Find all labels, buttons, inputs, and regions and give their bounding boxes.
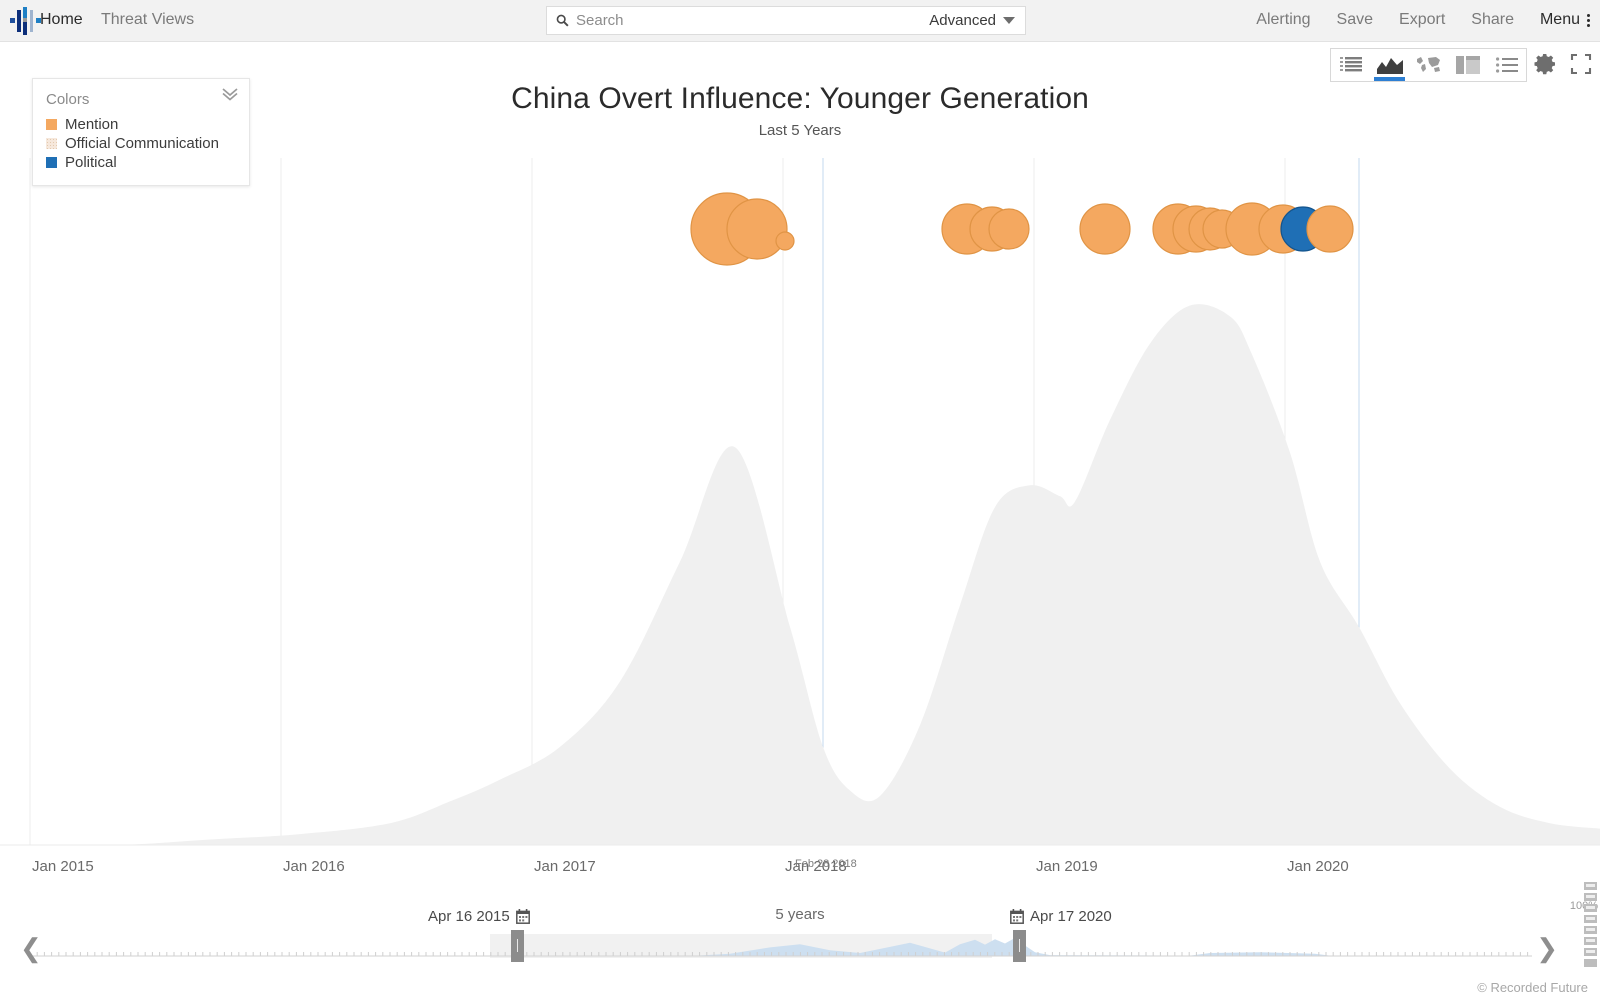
range-handle-end[interactable] bbox=[1013, 930, 1026, 962]
mini-timeline-track[interactable] bbox=[30, 934, 1532, 958]
event-bubble[interactable] bbox=[776, 232, 794, 250]
x-axis-tick-label: Jan 2015 bbox=[32, 858, 94, 875]
mini-timeline-sparkline bbox=[30, 938, 1532, 956]
chart-canvas bbox=[0, 0, 1600, 890]
footer-copyright: © Recorded Future bbox=[1477, 980, 1588, 995]
x-axis-tick-label: Jan 2017 bbox=[534, 858, 596, 875]
x-axis-tick-label: Jan 2020 bbox=[1287, 858, 1349, 875]
range-end-date[interactable]: Apr 17 2020 bbox=[1010, 908, 1112, 925]
hover-date-marker-label: Feb 28 2018 bbox=[795, 858, 857, 870]
event-bubble[interactable] bbox=[989, 209, 1029, 249]
event-bubble[interactable] bbox=[1080, 204, 1130, 254]
event-bubble[interactable] bbox=[1307, 206, 1353, 252]
x-axis-tick-label: Jan 2019 bbox=[1036, 858, 1098, 875]
event-bubble[interactable] bbox=[727, 199, 787, 259]
timeline-chart: Jan 2015Jan 2016Jan 2017Jan 2018Jan 2019… bbox=[0, 0, 1600, 890]
range-end-text: Apr 17 2020 bbox=[1030, 908, 1112, 925]
chevron-left-icon[interactable]: ❮ bbox=[20, 935, 42, 961]
chevron-right-icon[interactable]: ❯ bbox=[1536, 935, 1558, 961]
calendar-icon bbox=[1010, 909, 1024, 924]
volume-area-series bbox=[30, 304, 1600, 845]
x-axis-tick-label: Jan 2016 bbox=[283, 858, 345, 875]
event-bubbles bbox=[691, 193, 1353, 265]
range-handle-start[interactable] bbox=[511, 930, 524, 962]
range-span-label: 5 years bbox=[0, 906, 1600, 923]
date-range-control: Apr 16 2015 5 years Apr 17 2020 ❮ ❯ © Re… bbox=[0, 890, 1600, 1000]
